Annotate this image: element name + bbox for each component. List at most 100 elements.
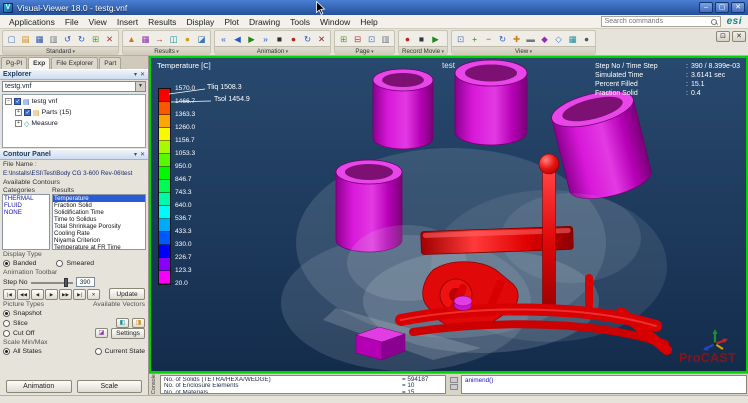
toolbar-icon[interactable]: « xyxy=(217,32,230,45)
toolbar-icon[interactable]: ⊡ xyxy=(365,32,378,45)
menu-item[interactable]: Window xyxy=(315,16,355,28)
result-item[interactable]: Cooling Rate xyxy=(53,230,145,237)
playback-button[interactable]: ▶▶ xyxy=(59,289,72,300)
toolbar-icon[interactable]: ◪ xyxy=(195,32,208,45)
animation-button[interactable]: Animation xyxy=(6,380,72,393)
slice-options-icon[interactable]: ◨ xyxy=(132,318,145,328)
category-item[interactable]: NONE xyxy=(3,209,49,216)
toolbar-icon[interactable]: ▲ xyxy=(125,32,138,45)
toolbar-icon[interactable]: ◇ xyxy=(552,32,565,45)
toolbar-icon[interactable]: ⊟ xyxy=(351,32,364,45)
slider-thumb[interactable] xyxy=(64,278,68,287)
close-panel-icon[interactable]: ✕ xyxy=(140,151,145,158)
playback-button[interactable]: ◀ xyxy=(31,289,44,300)
category-item[interactable]: THERMAL xyxy=(3,195,49,202)
result-item[interactable]: Total Shrinkage Porosity xyxy=(53,223,145,230)
menu-item[interactable]: File xyxy=(60,16,84,28)
result-item[interactable]: Solidification Time xyxy=(53,209,145,216)
tree-checkbox[interactable] xyxy=(14,98,21,105)
toolbar-icon[interactable]: ✕ xyxy=(103,32,116,45)
smeared-radio[interactable] xyxy=(56,260,63,267)
collapse-icon[interactable]: ▾ xyxy=(134,151,137,158)
playback-button[interactable]: ▶| xyxy=(73,289,86,300)
search-commands-input[interactable] xyxy=(605,18,709,25)
toolbar-icon[interactable]: ◀ xyxy=(231,32,244,45)
mdi-close-icon[interactable]: ✕ xyxy=(732,31,746,42)
toolbar-icon[interactable]: ▶ xyxy=(429,32,442,45)
result-item[interactable]: Fraction Solid xyxy=(53,202,145,209)
banded-radio[interactable] xyxy=(3,260,10,267)
toolbar-caption-results[interactable]: Results xyxy=(123,46,210,55)
menu-item[interactable]: Drawing xyxy=(244,16,285,28)
tree-item-root[interactable]: − ▤ testg vnf xyxy=(5,96,143,107)
expander-icon[interactable]: + xyxy=(15,109,22,116)
close-panel-icon[interactable]: ✕ xyxy=(140,71,145,78)
toolbar-icon[interactable]: ⊡ xyxy=(454,32,467,45)
3d-canvas[interactable] xyxy=(151,58,746,371)
model-file-combobox[interactable]: testg.vnf ▼ xyxy=(2,81,146,92)
toolbar-caption-view[interactable]: View xyxy=(452,46,595,55)
toolbar-icon[interactable]: ▤ xyxy=(19,32,32,45)
menu-item[interactable]: Help xyxy=(355,16,382,28)
menu-item[interactable]: Tools xyxy=(285,16,315,28)
playback-button[interactable]: ◀◀ xyxy=(17,289,30,300)
toolbar-caption-standard[interactable]: Standard xyxy=(3,46,118,55)
results-listbox[interactable]: TemperatureFraction SolidSolidification … xyxy=(52,194,146,250)
toolbar-icon[interactable]: ▥ xyxy=(379,32,392,45)
console-command-panel[interactable]: animend() xyxy=(461,375,747,394)
panel-tab[interactable]: Exp xyxy=(28,57,50,69)
console-tool-icon[interactable] xyxy=(450,377,458,383)
toolbar-icon[interactable]: ▦ xyxy=(139,32,152,45)
menu-item[interactable]: Display xyxy=(181,16,219,28)
toolbar-icon[interactable]: ▦ xyxy=(33,32,46,45)
toolbar-icon[interactable]: ⊞ xyxy=(337,32,350,45)
toolbar-icon[interactable]: ▦ xyxy=(566,32,579,45)
search-icon[interactable] xyxy=(711,19,717,25)
maximize-button[interactable]: ▢ xyxy=(715,2,729,13)
console-tab[interactable]: Console xyxy=(149,374,159,395)
panel-tab[interactable]: Pg-Pl xyxy=(1,57,27,69)
toolbar-caption-record-movie[interactable]: Record Movie xyxy=(399,46,447,55)
menu-item[interactable]: View xyxy=(84,16,112,28)
mdi-restore-icon[interactable]: ⊡ xyxy=(716,31,730,42)
toolbar-icon[interactable]: ↻ xyxy=(496,32,509,45)
result-item[interactable]: Temperature xyxy=(53,195,145,202)
panel-tab[interactable]: Part xyxy=(99,57,121,69)
toolbar-icon[interactable]: ▥ xyxy=(47,32,60,45)
scale-button[interactable]: Scale xyxy=(77,380,143,393)
toolbar-icon[interactable]: ■ xyxy=(273,32,286,45)
minimize-button[interactable]: – xyxy=(699,2,713,13)
toolbar-icon[interactable]: ◆ xyxy=(538,32,551,45)
toolbar-icon[interactable]: ● xyxy=(181,32,194,45)
menu-item[interactable]: Results xyxy=(143,16,181,28)
toolbar-icon[interactable]: ◫ xyxy=(167,32,180,45)
close-button[interactable]: ✕ xyxy=(731,2,745,13)
toolbar-icon[interactable]: ↺ xyxy=(61,32,74,45)
result-item[interactable]: Time to Solidus xyxy=(53,216,145,223)
chevron-down-icon[interactable]: ▼ xyxy=(135,82,145,91)
toolbar-icon[interactable]: ✚ xyxy=(510,32,523,45)
playback-button[interactable]: |◀ xyxy=(3,289,16,300)
menu-item[interactable]: Applications xyxy=(4,16,60,28)
cutoff-radio[interactable] xyxy=(3,330,10,337)
step-slider[interactable] xyxy=(31,278,73,287)
slice-radio[interactable] xyxy=(3,320,10,327)
toolbar-icon[interactable]: ▶ xyxy=(245,32,258,45)
slice-tool-icon[interactable]: ◧ xyxy=(116,318,129,328)
toolbar-icon[interactable]: − xyxy=(482,32,495,45)
toolbar-icon[interactable]: ↻ xyxy=(75,32,88,45)
update-button[interactable]: Update xyxy=(109,288,145,300)
menu-item[interactable]: Plot xyxy=(219,16,244,28)
toolbar-icon[interactable]: + xyxy=(468,32,481,45)
toolbar-icon[interactable]: ● xyxy=(580,32,593,45)
toolbar-icon[interactable]: » xyxy=(259,32,272,45)
console-tool-icon[interactable] xyxy=(450,384,458,390)
categories-listbox[interactable]: THERMALFLUIDNONE xyxy=(2,194,50,250)
panel-tab[interactable]: File Explorer xyxy=(51,57,98,69)
toolbar-icon[interactable]: → xyxy=(153,32,166,45)
toolbar-icon[interactable]: ● xyxy=(401,32,414,45)
toolbar-icon[interactable]: ■ xyxy=(415,32,428,45)
toolbar-icon[interactable]: ▬ xyxy=(524,32,537,45)
expander-icon[interactable]: + xyxy=(15,120,22,127)
playback-button[interactable]: ✕ xyxy=(87,289,100,300)
